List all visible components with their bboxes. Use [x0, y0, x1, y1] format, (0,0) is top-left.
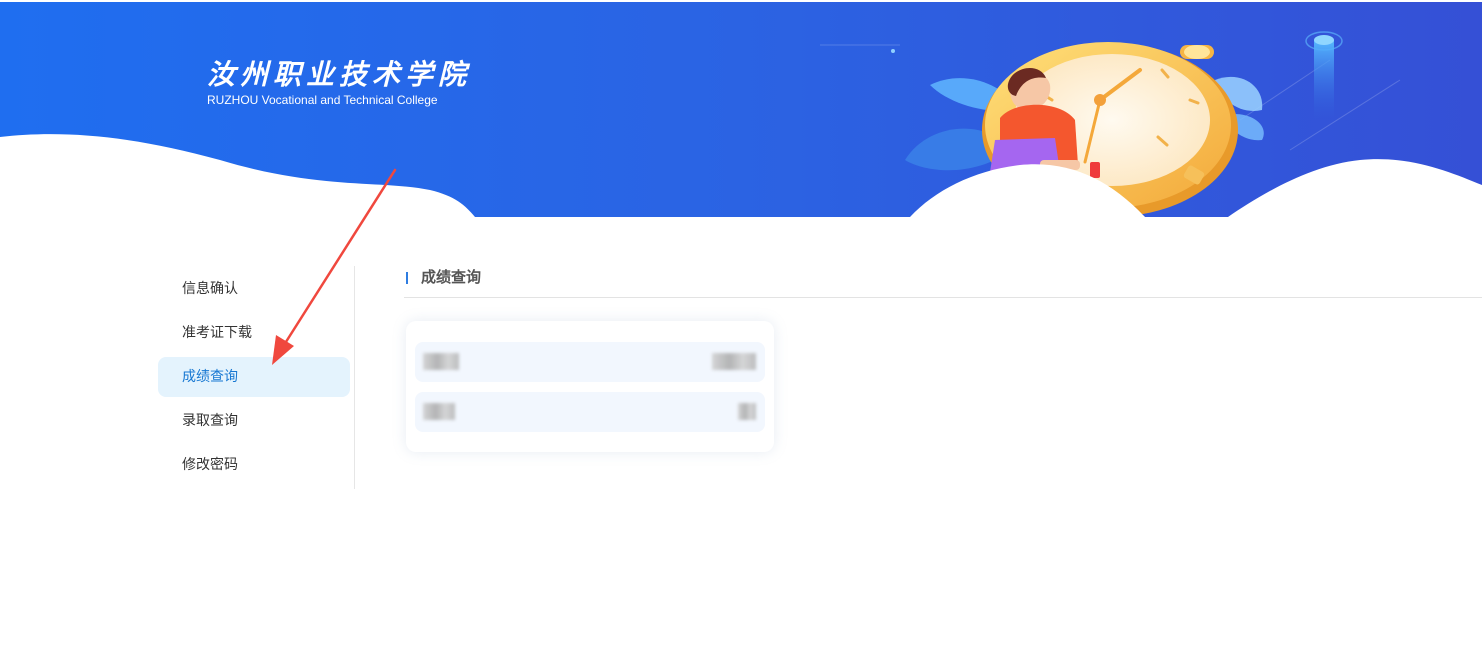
score-row [415, 342, 765, 382]
score-card [406, 321, 774, 452]
logo-title-en: RUZHOU Vocational and Technical College [207, 93, 438, 107]
sidebar-item-admission-ticket[interactable]: 准考证下载 [158, 313, 350, 353]
section-header: 成绩查询 [404, 266, 1482, 298]
score-row-value [712, 353, 756, 370]
banner-background [0, 0, 1482, 217]
score-row-value [738, 403, 756, 420]
page: 汝州职业技术学院 RUZHOU Vocational and Technical… [0, 0, 1482, 665]
score-row-label [423, 403, 455, 420]
score-row [415, 392, 765, 432]
sidebar-menu: 信息确认 准考证下载 成绩查询 录取查询 修改密码 [158, 266, 355, 489]
logo-title-cn: 汝州职业技术学院 [207, 58, 472, 91]
page-title: 成绩查询 [421, 268, 482, 286]
header-banner: 汝州职业技术学院 RUZHOU Vocational and Technical… [0, 0, 1482, 217]
sidebar-item-admission-query[interactable]: 录取查询 [158, 401, 350, 441]
title-accent-bar [406, 272, 408, 284]
college-logo: 汝州职业技术学院 RUZHOU Vocational and Technical… [207, 58, 471, 107]
sidebar-item-info-confirm[interactable]: 信息确认 [158, 269, 350, 309]
sidebar-item-score-query[interactable]: 成绩查询 [158, 357, 350, 397]
sidebar-item-change-password[interactable]: 修改密码 [158, 445, 350, 485]
score-row-label [423, 353, 459, 370]
